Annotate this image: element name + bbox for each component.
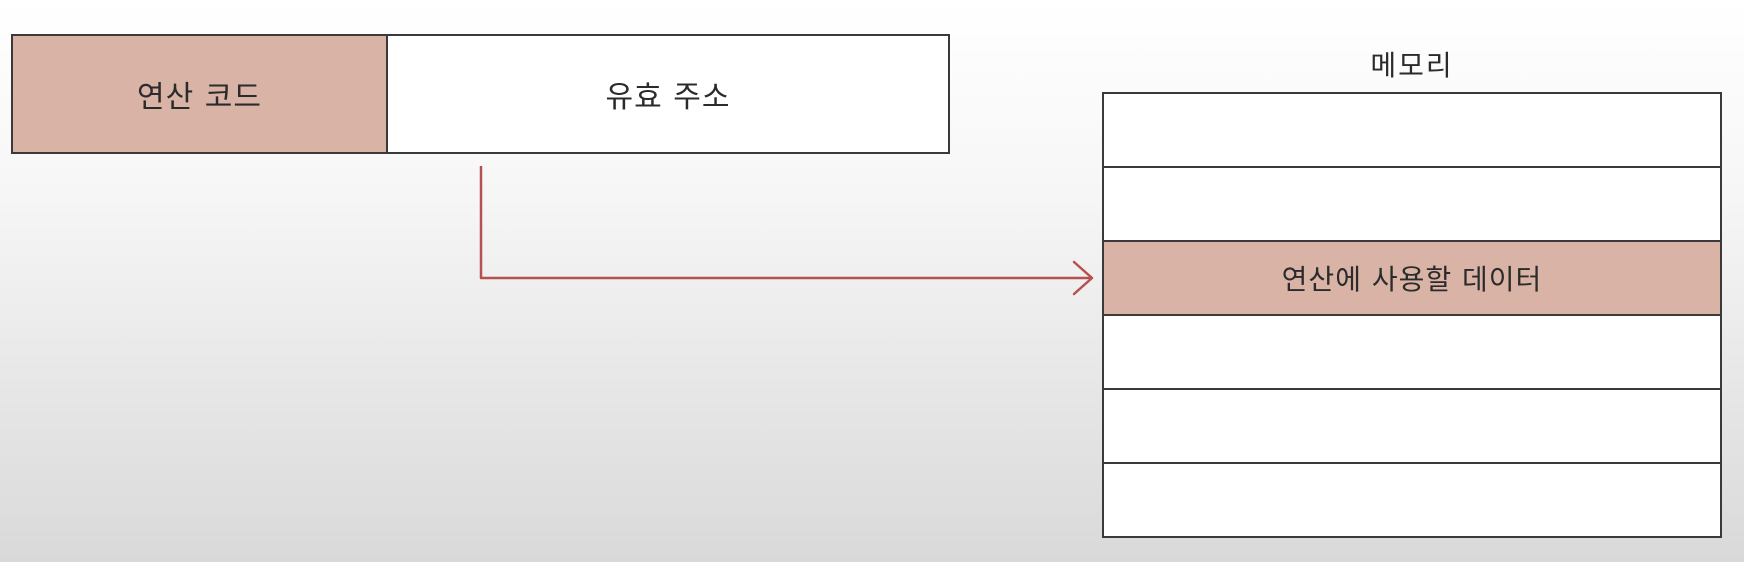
memory-cell <box>1104 94 1720 168</box>
instruction-format: 연산 코드 유효 주소 <box>11 34 950 154</box>
memory-cell-operand-data: 연산에 사용할 데이터 <box>1104 242 1720 316</box>
memory-cell <box>1104 464 1720 536</box>
memory-cell <box>1104 390 1720 464</box>
memory-cell <box>1104 316 1720 390</box>
arrow-head <box>1072 260 1094 296</box>
memory-title: 메모리 <box>1370 49 1454 82</box>
memory-block: 연산에 사용할 데이터 <box>1102 92 1722 538</box>
memory-cell <box>1104 168 1720 242</box>
opcode-field: 연산 코드 <box>13 36 388 152</box>
arrow-line <box>479 166 1092 280</box>
effective-address-field: 유효 주소 <box>388 36 948 152</box>
